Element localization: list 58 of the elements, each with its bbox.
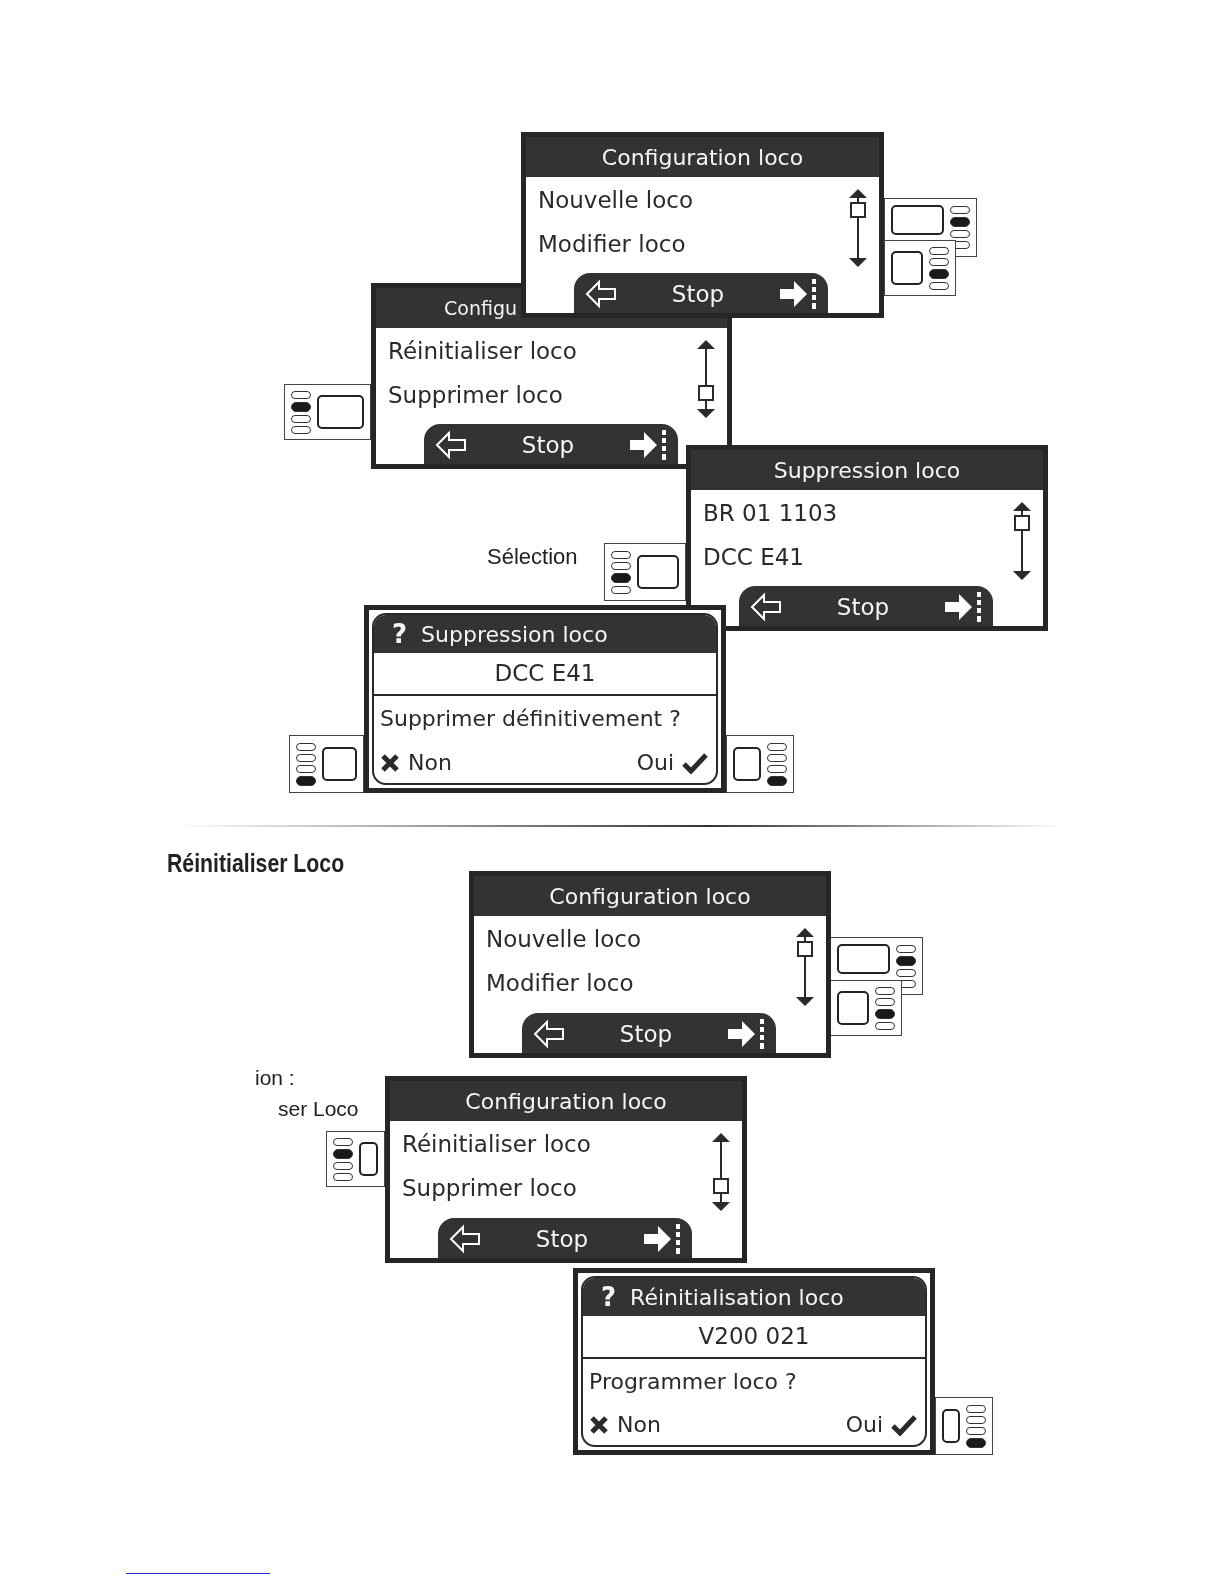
- yes-option[interactable]: Oui: [845, 1408, 883, 1441]
- right-arrow-icon: [726, 1018, 766, 1050]
- yes-option[interactable]: Oui: [636, 746, 674, 779]
- menu-item[interactable]: Réinitialiser loco: [402, 1131, 591, 1159]
- right-arrow-icon: [642, 1223, 682, 1255]
- menu-item[interactable]: Réinitialiser loco: [388, 338, 577, 366]
- menu-item[interactable]: Modifier loco: [538, 231, 686, 259]
- menu-item[interactable]: BR 01 1103: [703, 500, 838, 528]
- screen-title: Réinitialisation loco: [630, 1283, 844, 1312]
- caption-text: Sélection: [487, 543, 578, 571]
- question-mark: ?: [601, 1280, 617, 1314]
- loco-name: V200 021: [583, 1316, 925, 1359]
- left-arrow-icon: [434, 430, 468, 460]
- section-heading: Réinitialiser Loco: [167, 848, 345, 879]
- menu-item[interactable]: Nouvelle loco: [486, 926, 642, 954]
- menu-item[interactable]: Nouvelle loco: [538, 187, 694, 215]
- softkey-outline[interactable]: [891, 205, 944, 235]
- screen-title: Configuration loco: [390, 1081, 742, 1121]
- caption-text: ion :: [255, 1065, 295, 1091]
- softkey-outline[interactable]: [637, 555, 679, 589]
- softkey-outline[interactable]: [942, 1409, 960, 1443]
- stop-label[interactable]: Stop: [619, 1016, 673, 1052]
- screen-title: Suppression loco: [421, 620, 608, 649]
- screen-title: Suppression loco: [691, 450, 1043, 490]
- close-icon: [380, 752, 400, 773]
- left-arrow-icon: [749, 592, 783, 622]
- screen-title: Configuration loco: [474, 876, 826, 916]
- softkey-outline[interactable]: [733, 747, 761, 781]
- no-option[interactable]: Non: [617, 1408, 661, 1441]
- screen-title: Configuration loco: [526, 137, 879, 177]
- menu-item[interactable]: DCC E41: [703, 544, 804, 572]
- right-arrow-icon: [943, 591, 983, 623]
- right-arrow-icon: [628, 429, 668, 461]
- stop-label[interactable]: Stop: [535, 1221, 589, 1257]
- softkey-outline[interactable]: [322, 747, 357, 781]
- softkey-outline[interactable]: [317, 395, 364, 429]
- softkey-outline[interactable]: [891, 251, 923, 285]
- left-arrow-icon: [448, 1224, 482, 1254]
- menu-item[interactable]: Modifier loco: [486, 970, 634, 998]
- softkey-outline[interactable]: [837, 944, 890, 974]
- confirm-question: Supprimer définitivement ?: [379, 704, 682, 733]
- menu-item[interactable]: Supprimer loco: [388, 382, 563, 410]
- caption-text: ser Loco: [278, 1096, 359, 1122]
- check-icon: [682, 751, 708, 774]
- softkey-outline[interactable]: [359, 1142, 378, 1176]
- no-option[interactable]: Non: [408, 746, 452, 779]
- close-icon: [589, 1414, 609, 1435]
- right-arrow-icon: [778, 278, 818, 310]
- confirm-question: Programmer loco ?: [588, 1367, 798, 1396]
- left-arrow-icon: [532, 1019, 566, 1049]
- question-mark: ?: [392, 617, 408, 651]
- stop-label[interactable]: Stop: [836, 589, 890, 625]
- stop-label[interactable]: Stop: [521, 427, 575, 463]
- check-icon: [891, 1413, 917, 1436]
- left-arrow-icon: [584, 279, 618, 309]
- menu-item[interactable]: Supprimer loco: [402, 1175, 577, 1203]
- softkey-outline[interactable]: [837, 991, 869, 1025]
- loco-name: DCC E41: [374, 653, 716, 696]
